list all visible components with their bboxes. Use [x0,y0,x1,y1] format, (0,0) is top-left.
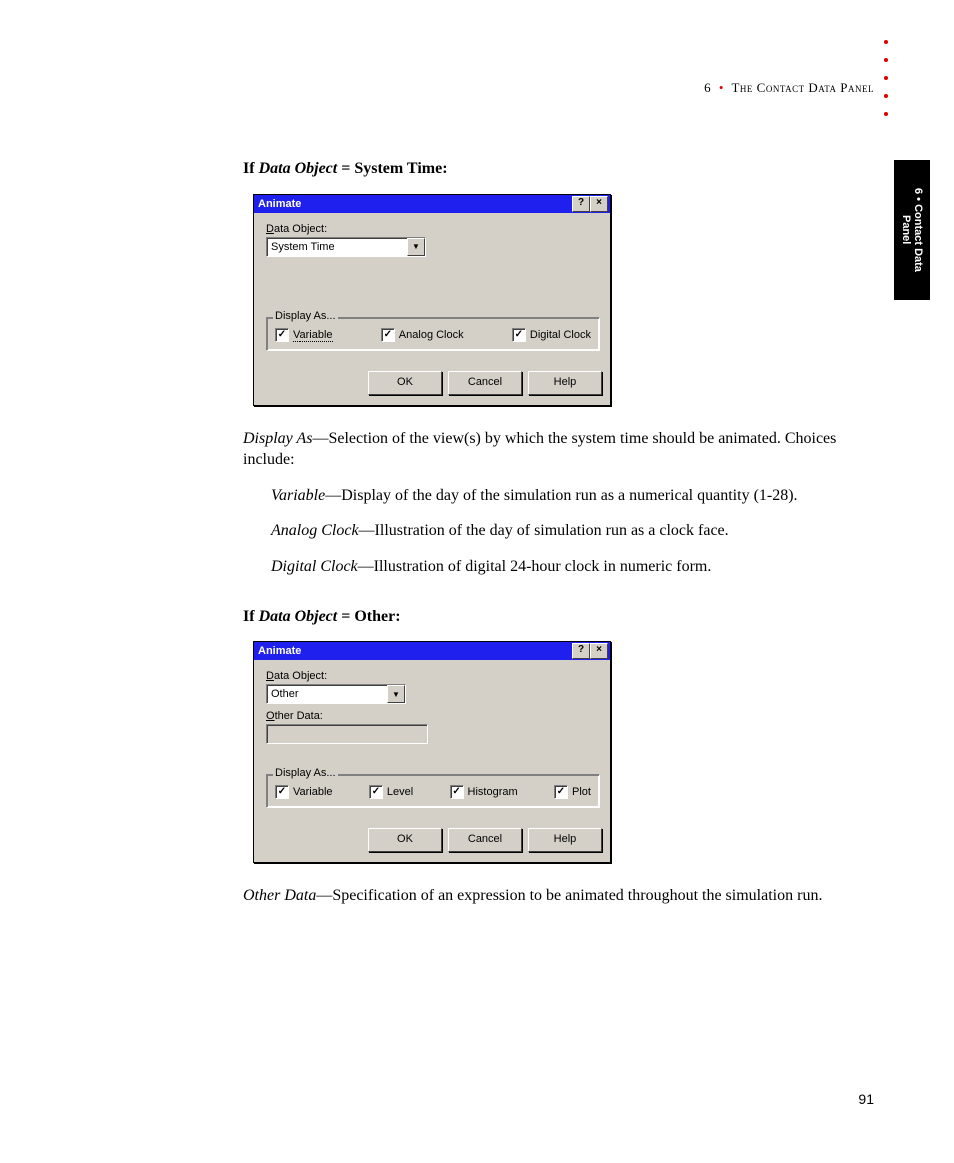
other-data-input[interactable] [266,724,428,744]
display-as-desc: Display As—Selection of the view(s) by w… [243,428,863,471]
checkbox-icon: ✓ [369,785,383,799]
analog-clock-desc: Analog Clock—Illustration of the day of … [271,520,863,542]
titlebar: Animate ? × [254,642,610,660]
dialog-title: Animate [258,198,301,210]
page-number: 91 [858,1091,874,1107]
data-object-dropdown[interactable]: Other ▼ [266,684,406,704]
display-as-group: Display As... ✓ Variable ✓ Level ✓ Histo… [266,774,600,808]
group-label: Display As... [273,310,338,322]
checkbox-level[interactable]: ✓ Level [369,785,413,799]
checkbox-variable[interactable]: ✓ Variable [275,328,333,342]
checkbox-icon: ✓ [275,785,289,799]
decorative-dots [884,40,888,116]
dialog-title: Animate [258,645,301,657]
data-object-label: Data Object: [266,670,600,682]
digital-clock-desc: Digital Clock—Illustration of digital 24… [271,556,863,578]
checkbox-icon: ✓ [554,785,568,799]
checkbox-histogram[interactable]: ✓ Histogram [450,785,518,799]
other-data-desc: Other Data—Specification of an expressio… [243,885,863,907]
chapter-title: The Contact Data Panel [731,80,874,95]
titlebar: Animate ? × [254,195,610,213]
other-data-label: Other Data: [266,710,600,722]
chevron-down-icon[interactable]: ▼ [407,238,425,256]
group-label: Display As... [273,767,338,779]
checkbox-plot[interactable]: ✓ Plot [554,785,591,799]
dropdown-value: System Time [271,241,335,253]
checkbox-icon: ✓ [512,328,526,342]
close-icon[interactable]: × [590,643,608,659]
checkbox-icon: ✓ [381,328,395,342]
data-object-label: Data Object: [266,223,600,235]
help-button[interactable]: Help [528,828,602,852]
help-button[interactable]: Help [528,371,602,395]
help-icon[interactable]: ? [572,643,590,659]
data-object-dropdown[interactable]: System Time ▼ [266,237,426,257]
running-header: 6 • The Contact Data Panel [704,80,874,96]
variable-desc: Variable—Display of the day of the simul… [271,485,863,507]
help-icon[interactable]: ? [572,196,590,212]
cancel-button[interactable]: Cancel [448,371,522,395]
chevron-down-icon[interactable]: ▼ [387,685,405,703]
ok-button[interactable]: OK [368,371,442,395]
close-icon[interactable]: × [590,196,608,212]
heading-other: If Data Object = Other: [243,606,863,628]
cancel-button[interactable]: Cancel [448,828,522,852]
animate-dialog-other: Animate ? × Data Object: Other ▼ Other D… [253,641,611,863]
heading-system-time: If Data Object = System Time: [243,158,863,180]
checkbox-digital-clock[interactable]: ✓ Digital Clock [512,328,591,342]
chapter-number: 6 [704,80,711,95]
bullet-icon: • [719,80,724,95]
side-tab: 6 • Contact Data Panel [894,160,930,300]
display-as-group: Display As... ✓ Variable ✓ Analog Clock … [266,317,600,351]
checkbox-variable[interactable]: ✓ Variable [275,785,333,799]
dropdown-value: Other [271,688,299,700]
checkbox-icon: ✓ [450,785,464,799]
ok-button[interactable]: OK [368,828,442,852]
checkbox-icon: ✓ [275,328,289,342]
animate-dialog-system-time: Animate ? × Data Object: System Time ▼ D… [253,194,611,406]
page-content: If Data Object = System Time: Animate ? … [243,158,863,921]
checkbox-analog-clock[interactable]: ✓ Analog Clock [381,328,464,342]
